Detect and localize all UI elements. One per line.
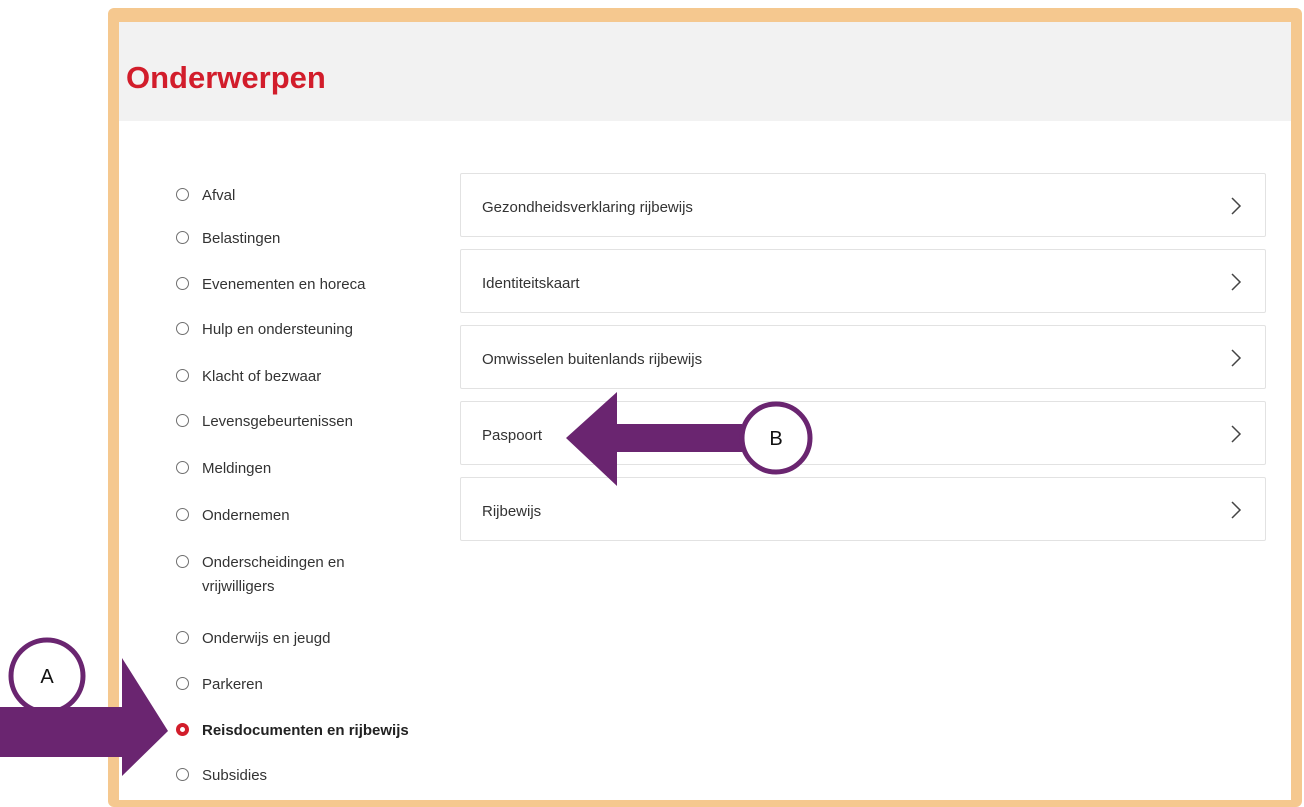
annotation-b: B [566,392,813,486]
annotation-overlay: A B [0,392,813,776]
arrow-left-icon [566,392,742,486]
annotation-b-label: B [769,428,782,450]
annotation-a-label: A [40,666,54,688]
annotation-a: A [0,637,168,776]
